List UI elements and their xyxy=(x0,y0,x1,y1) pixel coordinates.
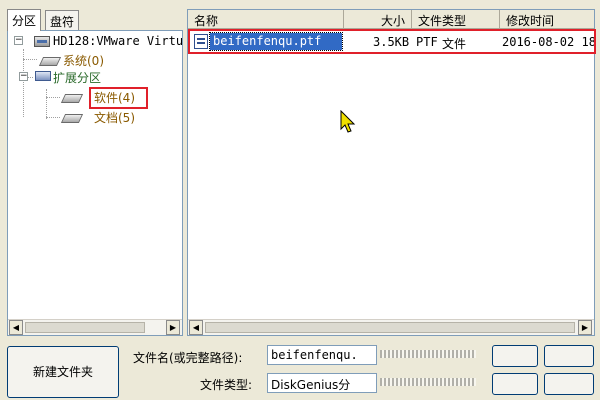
column-header-type[interactable]: 文件类型 xyxy=(412,10,500,29)
new-folder-button[interactable]: 新建文件夹 xyxy=(7,346,119,398)
collapse-extended-icon[interactable]: − xyxy=(19,72,28,81)
ok-button[interactable] xyxy=(492,345,538,367)
filetype-label: 文件类型: xyxy=(200,378,253,392)
dialog-button[interactable] xyxy=(492,373,538,395)
scroll-right-icon[interactable]: ▶ xyxy=(578,320,592,335)
column-header-name[interactable]: 名称 xyxy=(188,10,344,29)
file-list: 名称 大小 文件类型 修改时间 beifenfenqu.ptf 3.5KB PT… xyxy=(187,9,595,336)
scrollbar-thumb[interactable] xyxy=(25,322,145,333)
filename-label: 文件名(或完整路径): xyxy=(133,351,243,365)
tab-drive-letters[interactable]: 盘符 xyxy=(45,10,80,30)
scroll-left-icon[interactable]: ◀ xyxy=(9,320,23,335)
blurred-artifact xyxy=(380,350,476,358)
annotation-highlight xyxy=(188,29,596,54)
tab-partitions[interactable]: 分区 xyxy=(7,9,42,31)
hard-disk-icon xyxy=(34,36,50,47)
scrollbar-thumb[interactable] xyxy=(205,322,575,333)
tree-item-docs[interactable]: 文档(5) xyxy=(94,109,135,126)
partition-icon xyxy=(38,57,62,66)
scroll-left-icon[interactable]: ◀ xyxy=(189,320,203,335)
annotation-highlight xyxy=(89,87,148,109)
partition-icon xyxy=(60,114,84,123)
filename-input[interactable]: beifenfenqu. xyxy=(267,345,377,365)
tree-item-extended[interactable]: 扩展分区 xyxy=(53,69,101,86)
cancel-button[interactable] xyxy=(544,345,594,367)
cursor-icon xyxy=(340,110,356,133)
column-header-modified[interactable]: 修改时间 xyxy=(500,10,594,29)
tree-line xyxy=(46,97,60,98)
list-horizontal-scrollbar[interactable]: ◀ ▶ xyxy=(188,319,594,335)
tree-line xyxy=(46,117,60,118)
tree-line xyxy=(46,89,47,119)
dialog-button[interactable] xyxy=(544,373,594,395)
extended-partition-icon xyxy=(35,71,51,81)
partition-tree: − HD128:VMware Virtu 系统(0) − 扩展分区 软件(4) … xyxy=(7,30,183,336)
tree-line xyxy=(23,59,37,60)
tree-item-system[interactable]: 系统(0) xyxy=(63,52,104,69)
tree-item-disk[interactable]: HD128:VMware Virtu xyxy=(53,34,182,48)
tree-horizontal-scrollbar[interactable]: ◀ ▶ xyxy=(8,319,182,335)
column-header-size[interactable]: 大小 xyxy=(344,10,412,29)
scroll-right-icon[interactable]: ▶ xyxy=(166,320,180,335)
collapse-disk-icon[interactable]: − xyxy=(14,36,23,45)
filetype-select[interactable]: DiskGenius分 xyxy=(267,373,377,393)
partition-icon xyxy=(60,94,84,103)
blurred-artifact xyxy=(380,378,476,386)
